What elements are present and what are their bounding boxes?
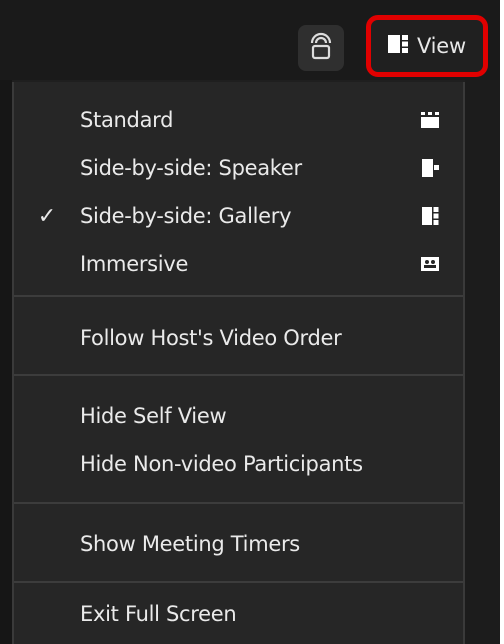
side-speaker-icon [421,159,439,177]
gallery-layout-icon [387,35,408,57]
standard-grid-icon [421,111,439,129]
menu-item-label: Follow Host's Video Order [80,326,342,350]
menu-item-exit-full-screen[interactable]: Exit Full Screen [14,590,463,638]
menu-divider [14,502,463,504]
view-button-label: View [416,34,467,58]
checkmark-icon: ✓ [37,203,57,229]
menu-item-follow-host[interactable]: Follow Host's Video Order [14,314,463,362]
top-toolbar: View [0,0,500,80]
menu-item-hide-self-view[interactable]: Hide Self View [14,392,463,440]
menu-item-hide-non-video[interactable]: Hide Non-video Participants [14,440,463,488]
side-gallery-icon [421,207,439,225]
view-menu: Standard Side-by-side: Speaker ✓ Side-by… [12,82,465,644]
zoom-window: View Standard Side-by-side: Speaker ✓ Si… [0,0,504,644]
headset-lock-icon [308,31,334,65]
menu-item-side-gallery[interactable]: ✓ Side-by-side: Gallery [14,192,463,240]
menu-item-label: Hide Self View [80,404,227,428]
right-edge [465,80,500,644]
view-button[interactable]: View [366,15,488,77]
menu-item-immersive[interactable]: Immersive [14,240,463,288]
left-edge [0,0,12,644]
menu-divider [14,295,463,297]
menu-item-label: Standard [80,108,174,132]
menu-item-label: Hide Non-video Participants [80,452,363,476]
menu-item-side-speaker[interactable]: Side-by-side: Speaker [14,144,463,192]
headset-lock-button[interactable] [298,25,344,71]
menu-item-label: Side-by-side: Gallery [80,204,292,228]
menu-item-label: Show Meeting Timers [80,532,300,556]
menu-item-show-timers[interactable]: Show Meeting Timers [14,520,463,568]
menu-item-label: Immersive [80,252,189,276]
menu-divider [14,581,463,583]
menu-item-label: Exit Full Screen [80,602,237,626]
menu-item-standard[interactable]: Standard [14,96,463,144]
menu-divider [14,374,463,376]
menu-item-label: Side-by-side: Speaker [80,156,302,180]
immersive-icon [421,255,439,273]
